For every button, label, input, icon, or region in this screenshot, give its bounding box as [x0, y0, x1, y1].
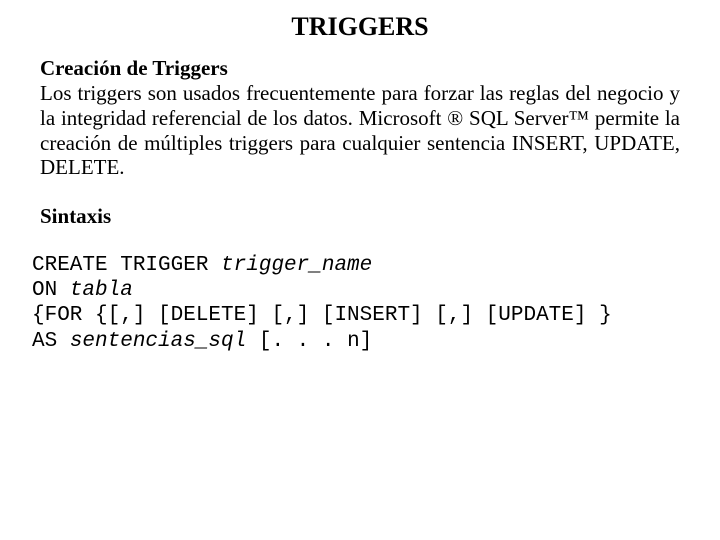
document-page: TRIGGERS Creación de Triggers Los trigge…	[0, 0, 720, 354]
code-tail: [. . . n]	[246, 330, 372, 353]
section-heading-creation: Creación de Triggers	[40, 56, 680, 81]
code-line: {FOR {[,] [DELETE] [,] [INSERT] [,] [UPD…	[32, 304, 612, 327]
section-body-creation: Los triggers son usados frecuentemente p…	[40, 81, 680, 180]
code-block: CREATE TRIGGER trigger_name ON tabla {FO…	[32, 253, 680, 354]
code-ident-trigger-name: trigger_name	[221, 254, 372, 277]
code-keyword: ON	[32, 279, 70, 302]
code-keyword: CREATE TRIGGER	[32, 254, 221, 277]
page-title: TRIGGERS	[40, 12, 680, 42]
code-keyword: AS	[32, 330, 70, 353]
code-ident-sql: sentencias_sql	[70, 330, 246, 353]
section-heading-syntax: Sintaxis	[40, 204, 680, 229]
code-ident-table: tabla	[70, 279, 133, 302]
